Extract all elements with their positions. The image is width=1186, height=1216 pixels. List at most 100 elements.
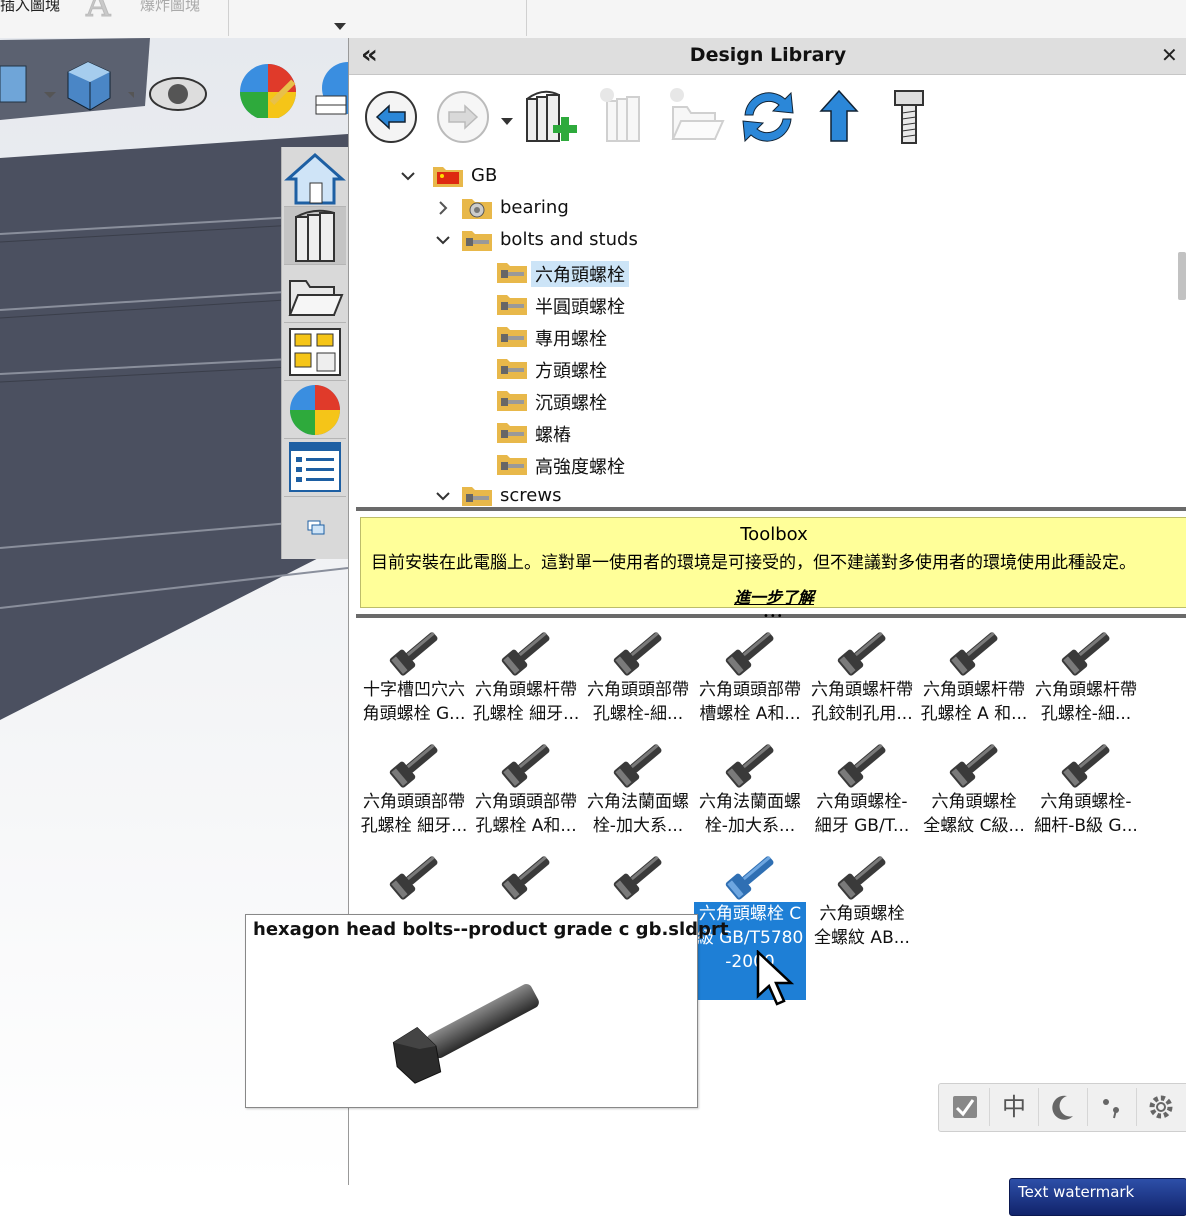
explode-block-icon[interactable]: A bbox=[82, 0, 132, 26]
bolt-folder-icon bbox=[462, 229, 492, 251]
part-label: 六角頭頭部帶 槽螺栓 A和... bbox=[694, 678, 806, 726]
chevron-down-icon[interactable] bbox=[399, 167, 417, 185]
screw-folder-icon bbox=[462, 485, 492, 506]
part-thumbnail[interactable]: 六角頭螺杆帶 孔螺栓 A 和... bbox=[918, 630, 1030, 742]
part-thumbnail[interactable]: 六角頭螺栓- 細牙 GB/T... bbox=[806, 742, 918, 854]
banner-title: Toolbox bbox=[740, 524, 808, 545]
splitter-top[interactable] bbox=[356, 507, 1186, 511]
splitter-grip: ••• bbox=[763, 611, 784, 622]
part-label: 六角頭螺杆帶 孔螺栓 A 和... bbox=[918, 678, 1030, 726]
part-label-line1: 六角法蘭面螺 bbox=[587, 792, 689, 812]
part-thumbnail[interactable]: 六角頭頭部帶 孔螺栓 細牙... bbox=[358, 742, 470, 854]
task-pane-tabs bbox=[281, 147, 349, 559]
part-label-line1: 六角頭頭部帶 bbox=[699, 680, 801, 700]
learn-more-link[interactable]: 進一步了解 bbox=[361, 584, 1186, 608]
apply-scene-icon[interactable] bbox=[308, 58, 348, 118]
pane-title: Design Library bbox=[689, 44, 847, 66]
bolt-icon bbox=[613, 743, 662, 788]
ribbon-separator bbox=[526, 0, 527, 36]
part-label-line2: 角頭螺栓 G... bbox=[362, 704, 466, 724]
part-thumbnail[interactable]: 六角頭螺栓全螺紋 C級... bbox=[918, 742, 1030, 854]
hide-show-items-icon[interactable] bbox=[148, 58, 230, 118]
pin-pane-icon[interactable]: ✕ bbox=[1161, 43, 1178, 67]
insert-block-label[interactable]: 插入圖塊 bbox=[0, 0, 60, 15]
tree-scrollbar-thumb[interactable] bbox=[1178, 252, 1186, 300]
explode-block-label[interactable]: 爆炸圖塊 bbox=[140, 0, 200, 15]
part-label-line2: 孔螺栓-細... bbox=[592, 704, 684, 724]
section-view-icon[interactable] bbox=[0, 58, 70, 118]
part-label-line2: 細牙 GB/T... bbox=[814, 816, 910, 836]
part-thumbnail[interactable]: 十字槽凹穴六 角頭螺栓 G... bbox=[358, 630, 470, 742]
toolbox-bolt-icon[interactable] bbox=[887, 85, 949, 147]
solidworks-resources-tab[interactable] bbox=[284, 149, 346, 207]
edit-appearance-icon[interactable] bbox=[238, 58, 308, 120]
part-thumbnail[interactable]: 六角法蘭面螺 栓-加大系... bbox=[582, 742, 694, 854]
library-tree: GB bearing bolts and studs 六角頭螺栓 半圓頭螺栓 專用螺… bbox=[357, 162, 1179, 506]
part-label: 十字槽凹穴六 角頭螺栓 G... bbox=[358, 678, 470, 726]
half-width-moon-icon[interactable] bbox=[1039, 1088, 1088, 1126]
part-thumbnail[interactable]: 六角頭頭部帶 槽螺栓 A和... bbox=[694, 630, 806, 742]
forum-tab[interactable] bbox=[284, 497, 346, 554]
ime-menu-icon[interactable] bbox=[941, 1088, 990, 1126]
chevron-down-icon[interactable] bbox=[434, 231, 452, 249]
part-thumbnail[interactable]: 六角頭螺杆帶 孔螺栓-細... bbox=[1030, 630, 1142, 742]
tooltip-filename: hexagon head bolts--product grade c gb.s… bbox=[253, 919, 729, 940]
part-thumbnail[interactable]: 六角頭螺杆帶 孔鉸制孔用... bbox=[806, 630, 918, 742]
part-thumbnail[interactable]: 六角頭螺栓 全螺紋 AB... bbox=[806, 854, 918, 966]
part-thumbnail[interactable]: 六角頭螺栓- 細杆-B級 G... bbox=[1030, 742, 1142, 854]
part-label-line1: 六角頭螺栓 bbox=[819, 904, 905, 924]
bolt-folder-icon bbox=[497, 357, 527, 379]
tree-label: 沉頭螺栓 bbox=[535, 393, 607, 414]
part-label: 六角頭頭部帶 孔螺栓 A和... bbox=[470, 790, 582, 838]
up-folder-icon[interactable] bbox=[815, 85, 877, 147]
part-label-line1: 六角頭螺杆帶 bbox=[475, 680, 577, 700]
part-label-line2: 槽螺栓 A和... bbox=[699, 704, 801, 724]
part-label-line2: 全螺紋 C級... bbox=[923, 816, 1025, 836]
add-to-library-icon[interactable] bbox=[521, 85, 583, 147]
bolt-icon bbox=[613, 855, 662, 900]
bolt-folder-icon bbox=[497, 389, 527, 411]
part-thumbnail[interactable]: 六角頭螺杆帶 孔螺栓 細牙... bbox=[470, 630, 582, 742]
new-folder-icon[interactable] bbox=[667, 85, 729, 147]
design-library-tab[interactable] bbox=[284, 207, 346, 265]
part-label-line1: 六角頭螺栓- bbox=[1040, 792, 1132, 812]
refresh-icon[interactable] bbox=[737, 85, 799, 147]
view-palette-tab[interactable] bbox=[284, 323, 346, 381]
part-label-line1: 十字槽凹穴六 bbox=[363, 680, 465, 700]
part-label: 六角頭頭部帶 孔螺栓 細牙... bbox=[358, 790, 470, 838]
view-orientation-icon[interactable] bbox=[64, 58, 134, 118]
part-label-line1: 六角頭螺栓 bbox=[931, 792, 1017, 812]
punctuation-icon[interactable] bbox=[1088, 1088, 1137, 1126]
part-label-line2: 栓-加大系... bbox=[704, 816, 796, 836]
ime-settings-gear-icon[interactable] bbox=[1137, 1088, 1185, 1126]
ribbon-dropdown-arrow-icon[interactable] bbox=[334, 16, 346, 35]
chevron-down-icon[interactable] bbox=[434, 487, 452, 505]
part-label-line2: 孔螺栓 細牙... bbox=[472, 704, 580, 724]
tree-label: screws bbox=[500, 485, 562, 506]
bolt-icon bbox=[1061, 743, 1110, 788]
part-label-line2: 孔螺栓 A 和... bbox=[920, 704, 1028, 724]
forward-dropdown-icon[interactable] bbox=[501, 111, 513, 130]
bolt-icon bbox=[725, 631, 774, 676]
part-thumbnail[interactable]: 六角頭頭部帶 孔螺栓 A和... bbox=[470, 742, 582, 854]
ime-toolbar: 中 bbox=[938, 1083, 1186, 1132]
part-label-line2: 孔螺栓-細... bbox=[1040, 704, 1132, 724]
forward-icon[interactable] bbox=[435, 85, 497, 147]
bolt-icon bbox=[949, 631, 998, 676]
tree-label: bolts and studs bbox=[500, 229, 638, 250]
part-thumbnail[interactable]: 六角頭頭部帶 孔螺栓-細... bbox=[582, 630, 694, 742]
bolt-icon bbox=[501, 855, 550, 900]
new-library-icon[interactable] bbox=[595, 85, 657, 147]
command-manager-ribbon: 插入圖塊 A 爆炸圖塊 bbox=[0, 0, 1186, 39]
banner-message: 目前安裝在此電腦上。這對單一使用者的環境是可接受的，但不建議對多使用者的環境使用… bbox=[371, 553, 1136, 573]
part-thumbnail[interactable]: 六角法蘭面螺 栓-加大系... bbox=[694, 742, 806, 854]
chevron-right-icon[interactable] bbox=[434, 199, 452, 217]
file-explorer-tab[interactable] bbox=[284, 265, 346, 323]
part-label: 六角頭螺栓全螺紋 C級... bbox=[918, 790, 1030, 838]
back-icon[interactable] bbox=[363, 85, 425, 147]
chinese-mode-toggle[interactable]: 中 bbox=[990, 1088, 1039, 1126]
watermark-text: Text watermark bbox=[1018, 1183, 1135, 1201]
appearances-scenes-tab[interactable] bbox=[284, 381, 346, 439]
tree-label: 高強度螺栓 bbox=[535, 457, 625, 478]
custom-properties-tab[interactable] bbox=[284, 439, 346, 497]
